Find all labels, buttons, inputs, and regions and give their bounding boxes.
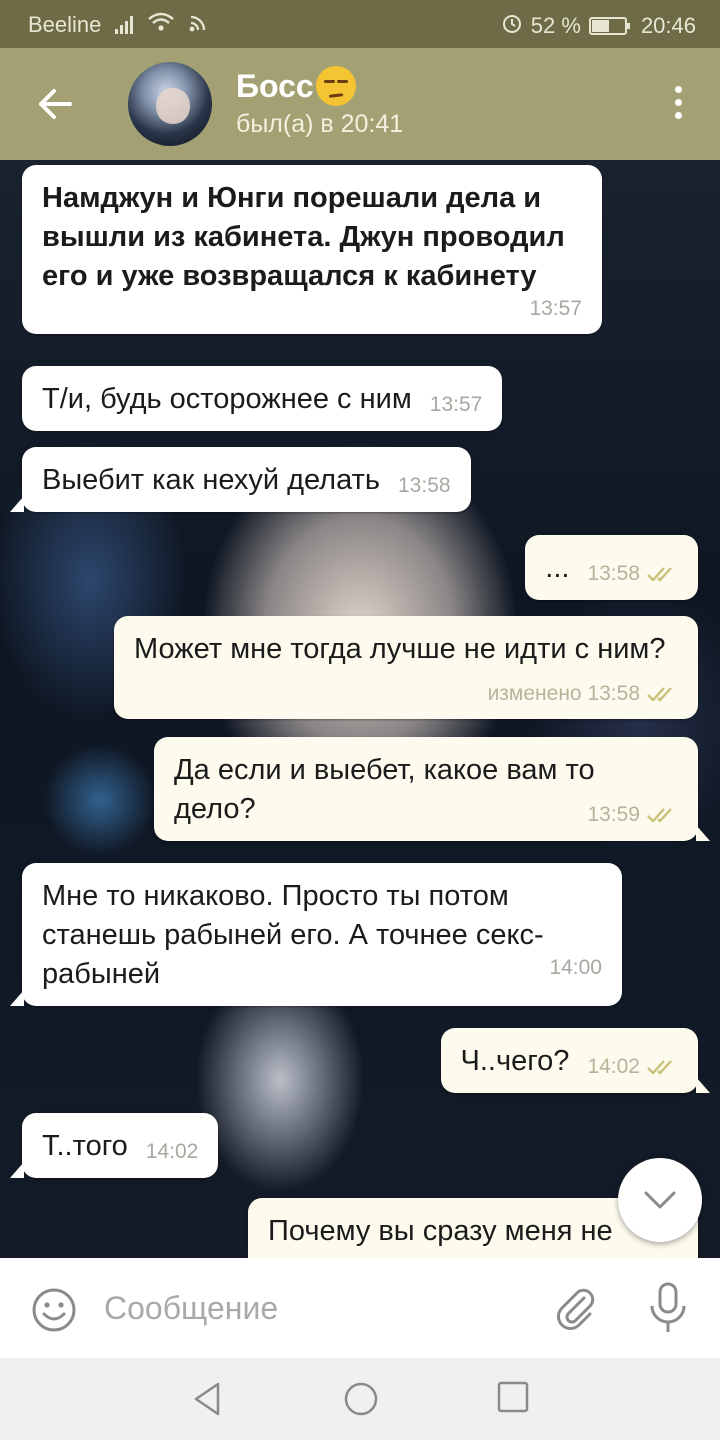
read-check-icon [646, 685, 678, 703]
nav-home-button[interactable] [342, 1380, 380, 1423]
back-arrow-icon [39, 89, 72, 119]
message-time: 14:02 [145, 1140, 199, 1163]
message-time: изменено 13:58 [487, 682, 640, 705]
wifi-icon [147, 12, 175, 38]
message-composer: Сообщение [0, 1258, 720, 1358]
message-time: 14:00 [549, 956, 602, 979]
nav-back-icon [194, 1382, 220, 1416]
mic-button[interactable] [646, 1280, 690, 1341]
emoji-button[interactable] [30, 1286, 78, 1339]
message-time: 13:59 [587, 803, 640, 826]
system-nav-bar [0, 1358, 720, 1440]
message-text: Ч..чего? [460, 1045, 570, 1077]
last-seen-status: был(а) в 20:41 [236, 110, 404, 138]
message-time: 13:57 [429, 393, 483, 416]
message-bubble[interactable]: Намджун и Юнги порешали дела и вышли из … [22, 165, 602, 334]
chat-area[interactable]: Намджун и Юнги порешали дела и вышли из … [0, 160, 720, 1258]
nav-back-button[interactable] [190, 1380, 224, 1423]
message-text: Выебит как нехуй делать [42, 464, 380, 496]
scroll-down-button[interactable] [618, 1158, 702, 1242]
clock: 20:46 [640, 13, 696, 38]
emoji-icon [32, 1288, 76, 1332]
read-check-icon [646, 1058, 678, 1076]
message-bubble[interactable]: Выебит как нехуй делать 13:58 [10, 447, 471, 512]
message-text: Т/и, будь осторожнее с ним [42, 383, 412, 415]
mic-icon [650, 1282, 686, 1332]
attach-icon [557, 1288, 595, 1330]
battery-percent: 52 % [530, 13, 581, 38]
alarm-icon [501, 12, 523, 40]
message-text: Намджун и Юнги порешали дела и вышли из … [42, 182, 565, 292]
message-input[interactable]: Сообщение [104, 1286, 278, 1330]
battery-icon [588, 17, 630, 35]
status-bar: Beeline 52 % 20:46 [0, 0, 720, 48]
message-bubble[interactable]: Ч..чего? 14:02 [440, 1028, 711, 1093]
chat-title: Босс [236, 67, 314, 104]
chat-header: Босс был(а) в 20:41 [0, 48, 720, 160]
message-bubble[interactable]: Т..того 14:02 [9, 1113, 219, 1178]
back-button[interactable] [30, 82, 78, 126]
message-text: Да если и выебет, какое вам то дело? [174, 754, 595, 825]
message-text: Почему вы сразу меня не [268, 1215, 613, 1247]
unamused-face-icon [315, 66, 356, 106]
message-time: 14:02 [587, 1055, 640, 1078]
read-check-icon [646, 565, 678, 583]
message-time: 13:58 [398, 474, 451, 497]
read-check-icon [646, 806, 678, 824]
message-bubble[interactable]: Может мне тогда лучше не идти с ним? изм… [114, 616, 698, 719]
more-vert-icon[interactable] [672, 86, 684, 119]
nav-recents-icon [497, 1381, 529, 1413]
nav-home-icon [344, 1382, 378, 1416]
carrier-name: Beeline [28, 12, 102, 37]
message-text: Мне то никаково. Просто ты потом станешь… [42, 880, 544, 990]
message-bubble[interactable]: Мне то никаково. Просто ты потом станешь… [10, 863, 622, 1006]
chat-title-area[interactable]: Босс был(а) в 20:41 [236, 66, 403, 139]
avatar[interactable] [128, 62, 212, 146]
message-time: 13:57 [529, 297, 582, 320]
message-text: Т..того [42, 1130, 128, 1162]
signal-icon [115, 16, 134, 34]
nav-recents-button[interactable] [496, 1380, 530, 1419]
message-bubble[interactable]: Т/и, будь осторожнее с ним 13:57 [22, 366, 503, 431]
chevron-down-icon [644, 1191, 676, 1209]
message-bubble[interactable]: Да если и выебет, какое вам то дело? 13:… [154, 737, 710, 841]
message-text: Может мне тогда лучше не идти с ним? [134, 633, 666, 665]
message-bubble[interactable]: ... 13:58 [525, 535, 698, 600]
rss-icon [189, 12, 207, 38]
attach-button[interactable] [552, 1284, 600, 1337]
message-text: ... [545, 552, 570, 584]
message-time: 13:58 [587, 562, 640, 585]
